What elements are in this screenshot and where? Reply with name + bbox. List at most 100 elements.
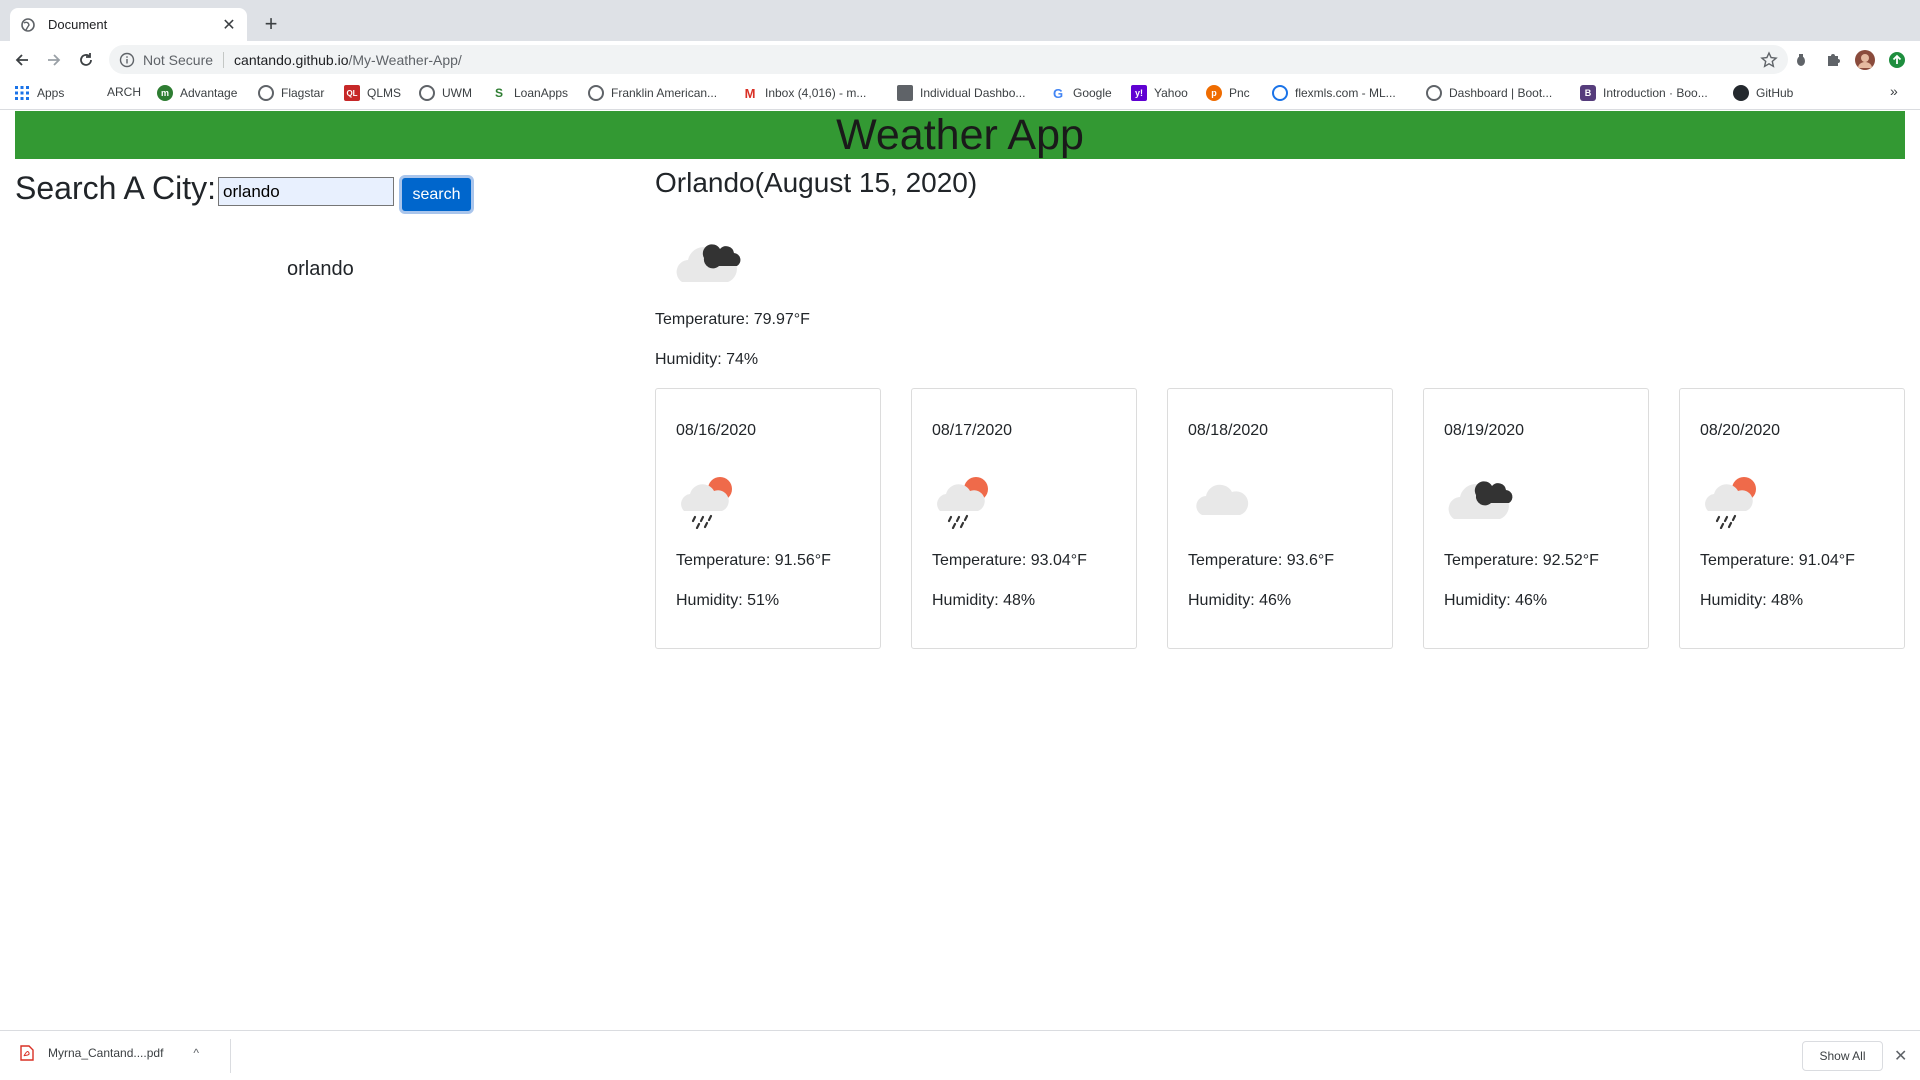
back-icon[interactable] — [9, 47, 35, 73]
forecast-humidity: Humidity: 51% — [676, 592, 780, 609]
page-content: Weather App Search A City: search orland… — [0, 110, 1920, 1030]
forecast-humidity: Humidity: 48% — [932, 592, 1036, 609]
pnc-icon: p — [1206, 85, 1222, 101]
browser-tab[interactable]: Document ✕ — [10, 8, 247, 41]
bookmark-label: GitHub — [1756, 86, 1794, 100]
bookmark-arch[interactable]: ARCH — [107, 85, 141, 99]
url-path: /My-Weather-App/ — [348, 51, 462, 68]
new-tab-button[interactable]: + — [258, 11, 284, 37]
bookmark-label: QLMS — [367, 86, 402, 100]
bookmark-label: Flagstar — [281, 86, 325, 100]
extension-icon[interactable] — [1791, 50, 1811, 70]
bookmark-inbox[interactable]: M Inbox (4,016) - m... — [742, 85, 867, 101]
bookmark-franklin[interactable]: Franklin American... — [588, 85, 717, 101]
globe-icon — [258, 85, 274, 101]
bookmark-label: ARCH — [107, 85, 142, 99]
tab-strip: Document ✕ + — [0, 0, 1920, 41]
bookmarks-bar: Apps ARCH m Advantage Flagstar QL QLMS U… — [0, 77, 1920, 110]
forward-icon[interactable] — [41, 47, 67, 73]
bookmark-label: UWM — [442, 86, 472, 100]
forecast-date: 08/16/2020 — [676, 422, 757, 439]
forecast-card: 08/20/2020 Temperature: 91.04°F Humidity… — [1679, 388, 1905, 649]
forecast-date: 08/19/2020 — [1444, 422, 1525, 439]
loanapps-icon: S — [491, 85, 507, 101]
flexmls-icon — [1272, 85, 1288, 101]
address-bar[interactable]: Not Secure cantando.github.io/My-Weather… — [109, 45, 1788, 74]
bookmark-label: Inbox (4,016) - m... — [765, 86, 867, 100]
bookmark-google[interactable]: G Google — [1050, 85, 1112, 101]
forecast-humidity: Humidity: 46% — [1444, 592, 1548, 609]
globe-icon — [419, 85, 435, 101]
bookmark-individual[interactable]: Individual Dashbo... — [897, 85, 1025, 101]
search-input[interactable] — [218, 177, 394, 206]
bookmark-yahoo[interactable]: y! Yahoo — [1131, 85, 1188, 101]
chevron-up-icon[interactable]: ^ — [193, 1046, 199, 1060]
cloud-icon — [1188, 469, 1258, 534]
bookmark-label: Apps — [37, 86, 65, 100]
bookmark-apps[interactable]: Apps — [14, 85, 64, 101]
bookmark-label: Dashboard | Boot... — [1449, 86, 1553, 100]
security-label: Not Secure — [143, 51, 214, 68]
bookmark-uwm[interactable]: UWM — [419, 85, 472, 101]
bookmark-label: Franklin American... — [611, 86, 718, 100]
reload-icon[interactable] — [73, 47, 99, 73]
search-button[interactable]: search — [399, 175, 474, 214]
pdf-file-icon — [20, 1045, 34, 1061]
url-host: cantando.github.io — [234, 51, 349, 68]
broken-clouds-icon — [1444, 469, 1524, 534]
forecast-card: 08/17/2020 Temperature: 93.04°F Humidity… — [911, 388, 1137, 649]
forecast-temperature: Temperature: 93.6°F — [1188, 552, 1335, 569]
bookmark-dashboard[interactable]: Dashboard | Boot... — [1426, 85, 1552, 101]
forecast-temperature: Temperature: 93.04°F — [932, 552, 1087, 569]
bookmarks-overflow-button[interactable]: » — [1890, 83, 1898, 99]
bookmark-loanapps[interactable]: S LoanApps — [491, 85, 568, 101]
forecast-card: 08/16/2020 Temperature: 91.56°F Humidity… — [655, 388, 881, 649]
info-icon[interactable] — [119, 52, 135, 68]
google-icon: G — [1052, 85, 1064, 101]
bookmark-flexmls[interactable]: flexmls.com - ML... — [1272, 85, 1396, 101]
bookmark-advantage[interactable]: m Advantage — [157, 85, 237, 101]
avatar[interactable] — [1855, 50, 1875, 70]
tab-title: Document — [48, 17, 108, 32]
forecast-date: 08/20/2020 — [1700, 422, 1781, 439]
globe-icon — [588, 85, 604, 101]
close-icon[interactable]: ✕ — [221, 15, 237, 35]
forecast-date: 08/18/2020 — [1188, 422, 1269, 439]
bookmark-flagstar[interactable]: Flagstar — [258, 85, 324, 101]
apps-grid-icon — [14, 85, 30, 101]
bookmark-github[interactable]: GitHub — [1733, 85, 1793, 101]
puzzle-icon[interactable] — [1823, 50, 1843, 70]
close-icon[interactable]: ✕ — [1894, 1046, 1907, 1066]
bookmark-label: Individual Dashbo... — [920, 86, 1026, 100]
forecast-card: 08/18/2020 Temperature: 93.6°F Humidity:… — [1167, 388, 1393, 649]
bookmark-introduction[interactable]: B Introduction · Boo... — [1580, 85, 1708, 101]
sun-rain-icon — [676, 469, 746, 534]
forecast-temperature: Temperature: 92.52°F — [1444, 552, 1599, 569]
download-filename: Myrna_Cantand....pdf — [48, 1046, 164, 1060]
bookmark-pnc[interactable]: p Pnc — [1206, 85, 1250, 101]
bookmark-label: Google — [1073, 86, 1112, 100]
show-all-button[interactable]: Show All — [1802, 1041, 1883, 1071]
gmail-icon: M — [744, 85, 756, 101]
download-shelf: Myrna_Cantand....pdf ^ Show All ✕ — [0, 1030, 1920, 1080]
bookmark-label: Advantage — [180, 86, 238, 100]
download-item[interactable]: Myrna_Cantand....pdf ^ — [20, 1045, 199, 1061]
dashboard-icon — [897, 85, 913, 101]
search-history-item[interactable]: orlando — [287, 258, 354, 281]
browser-toolbar: Not Secure cantando.github.io/My-Weather… — [0, 41, 1920, 77]
forecast-date: 08/17/2020 — [932, 422, 1013, 439]
bookmark-qlms[interactable]: QL QLMS — [344, 85, 401, 101]
forecast-humidity: Humidity: 46% — [1188, 592, 1292, 609]
ql-icon: QL — [344, 85, 360, 101]
current-humidity: Humidity: 74% — [655, 351, 759, 368]
broken-clouds-icon — [668, 230, 748, 295]
update-icon[interactable] — [1887, 50, 1907, 70]
advantage-icon: m — [157, 85, 173, 101]
star-icon[interactable] — [1760, 51, 1778, 69]
bookmark-label: flexmls.com - ML... — [1295, 86, 1396, 100]
app-header: Weather App — [15, 111, 1905, 159]
current-city-title: Orlando(August 15, 2020) — [655, 167, 978, 198]
bookmark-label: Pnc — [1229, 86, 1250, 100]
forecast-temperature: Temperature: 91.56°F — [676, 552, 831, 569]
forecast-card: 08/19/2020 Temperature: 92.52°F Humidity… — [1423, 388, 1649, 649]
